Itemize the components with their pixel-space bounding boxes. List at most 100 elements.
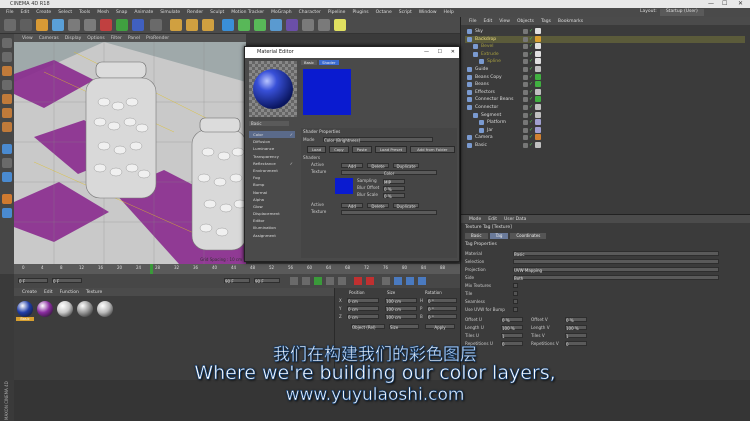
- object-menu-item[interactable]: File: [469, 19, 477, 24]
- object-row[interactable]: Basic ✓: [465, 142, 745, 149]
- object-tag-icon[interactable]: [535, 66, 541, 72]
- position-field[interactable]: 0 cm: [347, 298, 379, 304]
- offset-field[interactable]: 100 %: [501, 325, 523, 331]
- object-row[interactable]: Segment ✓: [465, 111, 745, 119]
- offset-field-2[interactable]: 100 %: [565, 325, 587, 331]
- visibility-toggle[interactable]: [523, 82, 528, 88]
- undo-icon[interactable]: [4, 19, 16, 31]
- menu-item[interactable]: Snap: [116, 10, 127, 15]
- menu-item[interactable]: Mesh: [97, 10, 109, 15]
- close-button[interactable]: ✕: [738, 0, 743, 8]
- object-row[interactable]: Connector ✓: [465, 104, 745, 111]
- object-row[interactable]: Effectors ✓: [465, 88, 745, 96]
- start-frame-field[interactable]: 0 F: [52, 278, 82, 284]
- max-frame-field[interactable]: 90 F: [254, 278, 280, 284]
- me-maximize-button[interactable]: ☐: [438, 47, 442, 58]
- object-row[interactable]: Jar ✓: [465, 126, 745, 134]
- layout-value[interactable]: Startup (User): [659, 9, 704, 16]
- attribute-checkbox[interactable]: [513, 283, 518, 288]
- texture-swatch[interactable]: [335, 178, 353, 194]
- size-mode-select[interactable]: Size: [389, 324, 419, 330]
- visibility-toggle[interactable]: [523, 36, 528, 42]
- material-menu-item[interactable]: Function: [60, 290, 79, 295]
- previous-frame-icon[interactable]: [302, 277, 310, 285]
- array-icon[interactable]: [270, 19, 282, 31]
- enable-check-icon[interactable]: ✓: [529, 66, 533, 73]
- menu-item[interactable]: Create: [36, 10, 51, 15]
- attribute-value-field[interactable]: Basic: [513, 251, 719, 257]
- object-row[interactable]: Bevel ✓: [465, 43, 745, 50]
- make-editable-icon[interactable]: [2, 38, 12, 48]
- material-swatch[interactable]: [96, 300, 114, 322]
- swatch-tab[interactable]: Basic: [301, 60, 318, 65]
- enable-check-icon[interactable]: ✓: [529, 43, 533, 50]
- menu-item[interactable]: Octane: [376, 10, 392, 15]
- object-row[interactable]: Spline ✓: [465, 58, 745, 65]
- material-name-field[interactable]: Basic: [249, 121, 289, 126]
- channel-row[interactable]: Alpha: [249, 196, 295, 203]
- light-icon[interactable]: [334, 19, 346, 31]
- object-tag-icon[interactable]: [535, 134, 541, 141]
- menu-item[interactable]: Select: [58, 10, 72, 15]
- render-settings-icon[interactable]: [202, 19, 214, 31]
- enable-check-icon[interactable]: ✓: [529, 134, 533, 141]
- subdivision-icon[interactable]: [254, 19, 266, 31]
- minimize-button[interactable]: —: [708, 0, 714, 8]
- layout-selector[interactable]: Layout: Startup (User): [640, 9, 704, 16]
- channel-row[interactable]: Color ✓: [249, 131, 295, 139]
- object-tag-icon[interactable]: [535, 28, 541, 34]
- sculpt-icon[interactable]: [2, 208, 12, 218]
- object-tag-icon[interactable]: [535, 119, 541, 126]
- object-tag-icon[interactable]: [535, 50, 541, 57]
- attribute-menu-item[interactable]: Edit: [488, 217, 497, 222]
- object-row[interactable]: Platform ✓: [465, 119, 745, 126]
- object-tag-icon[interactable]: [535, 81, 541, 88]
- enable-check-icon[interactable]: ✓: [529, 74, 533, 81]
- goto-end-icon[interactable]: [338, 277, 346, 285]
- texture-mode-icon[interactable]: [2, 66, 12, 76]
- object-menu-item[interactable]: Bookmarks: [558, 19, 583, 24]
- channel-row[interactable]: Assignment: [249, 232, 295, 239]
- visibility-toggle[interactable]: [523, 112, 528, 118]
- coordinate-system-icon[interactable]: [150, 19, 162, 31]
- visibility-toggle[interactable]: [523, 29, 528, 34]
- me-close-button[interactable]: ✕: [451, 47, 455, 58]
- enable-check-icon[interactable]: ✓: [529, 51, 533, 58]
- material-swatch[interactable]: Basic: [16, 300, 34, 322]
- visibility-toggle[interactable]: [523, 74, 528, 80]
- offset-field-2[interactable]: 0 %: [565, 317, 587, 323]
- object-tag-icon[interactable]: [535, 104, 541, 110]
- scale-icon[interactable]: [68, 19, 80, 31]
- channel-row[interactable]: Illumination: [249, 224, 295, 231]
- enable-check-icon[interactable]: ✓: [529, 36, 533, 43]
- material-swatch[interactable]: [76, 300, 94, 322]
- object-row[interactable]: Backdrop ✓: [465, 35, 745, 43]
- rotate-icon[interactable]: [84, 19, 96, 31]
- material-menu-item[interactable]: Texture: [86, 290, 102, 295]
- blur-scale-field[interactable]: 0 %: [383, 193, 405, 199]
- polygons-mode-icon[interactable]: [2, 122, 12, 132]
- deformer-icon[interactable]: [286, 19, 298, 31]
- viewport-scene[interactable]: [14, 42, 246, 264]
- shader-add-button[interactable]: Add: [341, 163, 363, 169]
- render-picture-viewer-icon[interactable]: [186, 19, 198, 31]
- enable-check-icon[interactable]: ✓: [529, 112, 533, 119]
- size-field[interactable]: 100 cm: [385, 298, 417, 304]
- attribute-value-field[interactable]: UVW Mapping: [513, 267, 719, 273]
- menu-item[interactable]: Motion Tracker: [231, 10, 264, 15]
- workplane-icon[interactable]: [2, 80, 12, 90]
- spline-pen-icon[interactable]: [238, 19, 250, 31]
- menu-item[interactable]: Sculpt: [210, 10, 224, 15]
- menu-item[interactable]: Animate: [134, 10, 153, 15]
- enable-axis-icon[interactable]: [2, 144, 12, 154]
- shader-duplicate-button[interactable]: Duplicate: [393, 163, 419, 169]
- channel-row[interactable]: Bump: [249, 181, 295, 188]
- channel-row[interactable]: Transparency: [249, 153, 295, 160]
- viewport-menu-item[interactable]: View: [22, 36, 33, 41]
- object-row[interactable]: Guide ✓: [465, 66, 745, 73]
- live-select-icon[interactable]: [36, 19, 48, 31]
- shader-delete-button-2[interactable]: Delete: [367, 203, 389, 209]
- menu-item[interactable]: Tools: [79, 10, 90, 15]
- playhead[interactable]: [150, 264, 153, 274]
- viewport-menu-item[interactable]: Panel: [128, 36, 140, 41]
